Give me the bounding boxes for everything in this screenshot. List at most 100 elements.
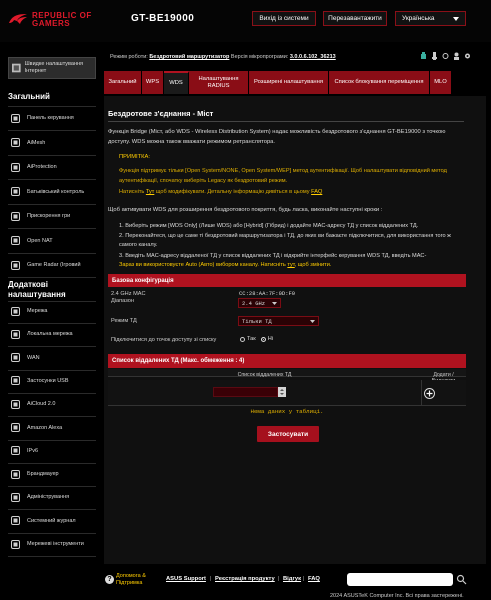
chevron-down-icon [453, 16, 459, 21]
divider [8, 416, 96, 418]
feedback-link[interactable]: Відгук [283, 576, 301, 582]
separator: | [210, 576, 212, 582]
title-divider [108, 121, 464, 122]
tab-radius[interactable]: Налаштування RADIUS [189, 71, 249, 94]
connect-yes-radio[interactable] [240, 336, 245, 342]
user-status-icon[interactable] [453, 52, 460, 60]
connect-radio-group: Так Ні [240, 336, 273, 342]
remote-ap-mac-input[interactable] [213, 387, 278, 397]
band-select[interactable]: 2.4 GHz [238, 298, 281, 308]
sidebar-item[interactable]: Адміністрування [8, 488, 96, 506]
divider [8, 179, 96, 180]
band-label: Діапазон [111, 298, 134, 304]
note-mid: щоб модифікувати. Детальну інформацію ди… [154, 189, 312, 195]
sidebar-item-label: AiMesh [27, 139, 46, 146]
search-icon[interactable] [456, 574, 467, 585]
sidebar-item[interactable]: AiMesh [8, 134, 96, 152]
sidebar-item[interactable]: AiProtection [8, 158, 96, 176]
sidebar-item[interactable]: AiCloud 2.0 [8, 395, 96, 413]
sidebar-item[interactable]: Мережеві інструменти [8, 535, 96, 553]
asus-support-link[interactable]: ASUS Support [166, 576, 206, 582]
cloud-icon [11, 399, 20, 409]
firmware-link[interactable]: 3.0.0.6.102_36213 [290, 54, 336, 60]
plus-icon [426, 390, 433, 397]
divider [8, 509, 96, 511]
divider [8, 486, 96, 488]
step-1: 1. Виберіть режим [WDS Only] (Лише WDS) … [119, 223, 419, 229]
link-status-icon[interactable] [442, 52, 449, 60]
channel-note: Зараз ви використовуєте Auto (Авто) вибо… [119, 262, 288, 268]
ap-dropdown-arrow-icon[interactable] [278, 387, 286, 397]
tab-wps[interactable]: WPS [142, 71, 164, 94]
basic-config-header: Базова конфігурація [108, 274, 466, 287]
sidebar-item[interactable]: Open NAT [8, 232, 96, 250]
divider [8, 462, 96, 464]
logout-button[interactable]: Вихід із системи [252, 11, 316, 26]
sidebar-item[interactable]: Локальна мережа [8, 325, 96, 343]
sidebar-item[interactable]: WAN [8, 349, 96, 367]
divider [8, 369, 96, 371]
sidebar-item-label: Мережа [27, 308, 48, 314]
sidebar-item[interactable]: Брандмауер [8, 465, 96, 483]
sidebar-item[interactable]: Батьківський контроль [8, 183, 96, 201]
product-registration-link[interactable]: Реєстрація продукту [215, 576, 275, 582]
mode-label: Режим роботи: [110, 54, 148, 60]
network-status-icon[interactable] [420, 52, 427, 60]
sidebar-item[interactable]: IPv6 [8, 442, 96, 460]
ap-mode-label: Режим ТД [111, 318, 137, 324]
help-icon[interactable]: ? [105, 575, 114, 584]
connect-yes-label: Так [247, 336, 256, 342]
sidebar-item-label: Панель керування [27, 115, 74, 121]
language-select[interactable]: Українська [395, 11, 466, 26]
ap-mode-select[interactable]: Тільки ТД [238, 316, 319, 326]
apply-button[interactable]: Застосувати [257, 426, 319, 442]
tab-advanced[interactable]: Розширені налаштування [249, 71, 329, 94]
quick-internet-setup[interactable]: Швидке налаштування Інтернет [8, 57, 96, 79]
divider [8, 346, 96, 348]
connect-label: Підключитися до точок доступу зі списку [111, 337, 217, 343]
game-radar-icon [11, 260, 20, 270]
firewall-icon [11, 469, 20, 479]
sidebar-item-label: Прискорення гри [27, 213, 71, 219]
tab-wds[interactable]: WDS [164, 71, 189, 94]
sidebar-item[interactable]: Amazon Alexa [8, 419, 96, 437]
sidebar-item-label: Game Radar (Ігровий [27, 262, 81, 268]
sidebar-item[interactable]: Системний журнал [8, 512, 96, 530]
tab-mlo[interactable]: MLO [430, 71, 452, 94]
status-icons [420, 52, 471, 60]
settings-status-icon[interactable] [464, 52, 471, 60]
footer-search-input[interactable] [347, 573, 453, 586]
tab-roaming-block[interactable]: Список блокування переміщення [329, 71, 430, 94]
column-divider [421, 380, 422, 406]
shield-icon [11, 162, 20, 172]
channel-here-link[interactable]: тут [287, 262, 294, 268]
help-support-link[interactable]: Допомога & Підтримка [116, 573, 146, 587]
mode-link[interactable]: Бездротовий маршрутизатор [149, 54, 229, 60]
sidebar-item[interactable]: Панель керування [8, 109, 96, 127]
sidebar-item[interactable]: Прискорення гри [8, 207, 96, 225]
tab-general[interactable]: Загальний [104, 71, 142, 94]
reboot-button[interactable]: Перезавантажити [323, 11, 387, 26]
sidebar-item[interactable]: Game Radar (Ігровий [8, 256, 96, 274]
usb-status-icon[interactable] [431, 52, 438, 60]
dashboard-icon [11, 113, 20, 123]
add-remote-ap-button[interactable] [424, 388, 435, 399]
connect-no-radio[interactable] [260, 336, 266, 342]
band-value: 2.4 GHz [242, 299, 266, 307]
advanced-section-title: Додаткові налаштування [8, 280, 66, 299]
status-line: Режим роботи: Бездротовий маршрутизатор … [110, 54, 336, 60]
divider [8, 277, 96, 278]
faq-link[interactable]: FAQ [308, 576, 320, 582]
channel-note-end: , щоб змінити. [294, 262, 332, 268]
note-faq-link[interactable]: FAQ [311, 189, 322, 195]
sidebar-item-label: WAN [27, 354, 40, 361]
mac-label-line1: 2.4 GHz MAC [111, 291, 146, 297]
sidebar-item[interactable]: Мережа [8, 302, 96, 320]
remote-ap-list-header: Список віддалених ТД (Макс. обмеження : … [108, 354, 466, 368]
sidebar-item-label: Open NAT [27, 237, 53, 244]
sidebar-item[interactable]: Застосунки USB [8, 372, 96, 390]
brand-line-2: GAMERS [32, 19, 71, 28]
sidebar-item-label: Локальна мережа [27, 331, 73, 338]
step-3-note: Зараз ви використовуєте Auto (Авто) вибо… [119, 261, 469, 270]
mac-label: 2.4 GHz MAC Діапазон [111, 291, 146, 305]
